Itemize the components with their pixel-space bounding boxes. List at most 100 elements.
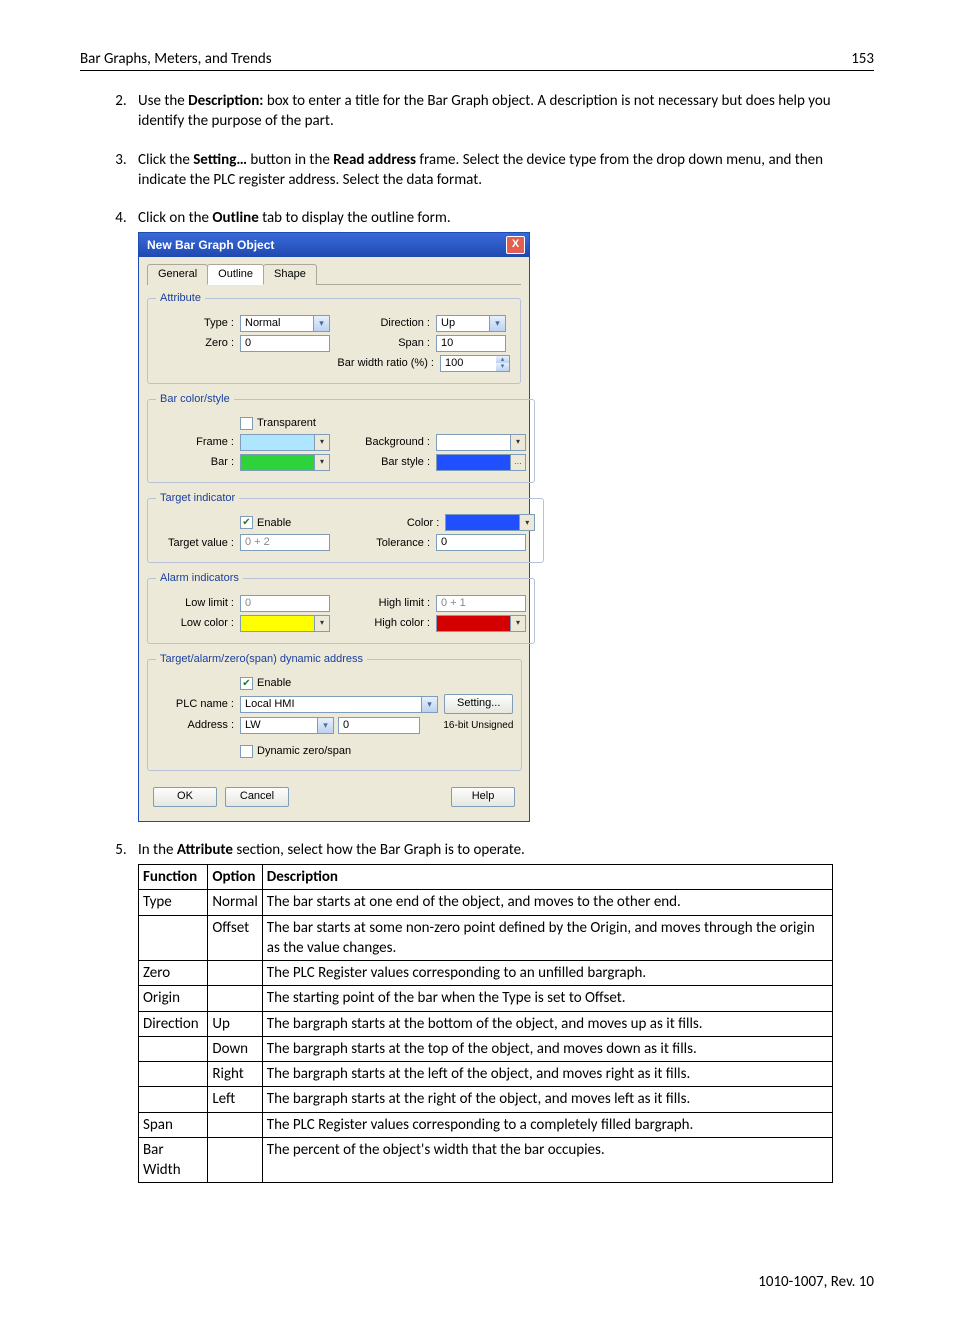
type-label: Type : — [156, 316, 240, 331]
high-color-picker[interactable]: ▾ — [436, 615, 526, 632]
step-5: In the Attribute section, select how the… — [130, 840, 874, 1184]
span-label: Span : — [330, 336, 436, 351]
table-row: TypeNormalThe bar starts at one end of t… — [139, 890, 833, 915]
table-cell: The bargraph starts at the bottom of the… — [262, 1011, 832, 1036]
dynamic-enable-checkbox[interactable]: ✔ — [240, 677, 253, 690]
table-cell: The bar starts at one end of the object,… — [262, 890, 832, 915]
chevron-down-icon: ▾ — [496, 363, 509, 371]
bar-graph-dialog: New Bar Graph Object X General Outline S… — [138, 232, 530, 822]
table-cell — [139, 1062, 208, 1087]
tab-shape[interactable]: Shape — [263, 264, 317, 285]
dynamic-zero-label: Dynamic zero/span — [257, 744, 351, 759]
table-row: DirectionUpThe bargraph starts at the bo… — [139, 1011, 833, 1036]
page-footer: 1010-1007, Rev. 10 — [80, 1273, 874, 1291]
target-color-picker[interactable]: ▾ — [445, 514, 535, 531]
step-4: Click on the Outline tab to display the … — [130, 208, 874, 822]
chevron-down-icon: ▾ — [317, 718, 333, 733]
setting-button[interactable]: Setting... — [444, 694, 513, 714]
chevron-up-icon: ▴ — [496, 356, 509, 364]
close-button[interactable]: X — [506, 236, 525, 254]
table-row: DownThe bargraph starts at the top of th… — [139, 1036, 833, 1061]
direction-label: Direction : — [330, 316, 436, 331]
frame-label: Frame : — [156, 435, 240, 450]
bar-width-label: Bar width ratio (%) : — [156, 356, 440, 371]
plc-name-label: PLC name : — [156, 697, 240, 712]
target-value-input[interactable]: 0 + 2 — [240, 534, 330, 551]
dialog-titlebar: New Bar Graph Object X — [139, 233, 529, 257]
table-cell: Left — [208, 1087, 262, 1112]
th-option: Option — [208, 865, 262, 890]
cancel-button[interactable]: Cancel — [225, 787, 289, 807]
table-cell: Up — [208, 1011, 262, 1036]
table-row: RightThe bargraph starts at the left of … — [139, 1062, 833, 1087]
table-cell: Origin — [139, 986, 208, 1011]
target-indicator-group: Target indicator ✔ Enable Color : ▾ Targ… — [147, 491, 544, 564]
table-cell: Zero — [139, 961, 208, 986]
address-label: Address : — [156, 718, 240, 733]
span-input[interactable]: 10 — [436, 335, 506, 352]
table-cell: Normal — [208, 890, 262, 915]
table-cell — [139, 915, 208, 961]
data-format-label: 16-bit Unsigned — [443, 719, 513, 733]
high-limit-label: High limit : — [330, 596, 436, 611]
direction-select[interactable]: Up▾ — [436, 315, 506, 332]
page-number: 153 — [851, 50, 874, 68]
bar-width-input[interactable]: 100 — [440, 355, 496, 372]
table-cell — [208, 1137, 262, 1183]
chevron-down-icon: ▾ — [314, 455, 329, 470]
ok-button[interactable]: OK — [153, 787, 217, 807]
table-cell: Offset — [208, 915, 262, 961]
table-cell: Down — [208, 1036, 262, 1061]
type-select[interactable]: Normal▾ — [240, 315, 330, 332]
attribute-legend: Attribute — [156, 291, 205, 306]
frame-color-picker[interactable]: ▾ — [240, 434, 330, 451]
tolerance-label: Tolerance : — [330, 536, 436, 551]
tab-general[interactable]: General — [147, 264, 208, 285]
dynamic-legend: Target/alarm/zero(span) dynamic address — [156, 652, 367, 667]
table-cell: The starting point of the bar when the T… — [262, 986, 832, 1011]
transparent-checkbox[interactable] — [240, 417, 253, 430]
low-color-picker[interactable]: ▾ — [240, 615, 330, 632]
bar-color-group: Bar color/style Transparent Frame : ▾ Ba… — [147, 392, 535, 483]
table-cell: The bargraph starts at the left of the o… — [262, 1062, 832, 1087]
target-legend: Target indicator — [156, 491, 239, 506]
table-cell — [139, 1036, 208, 1061]
alarm-legend: Alarm indicators — [156, 571, 243, 586]
table-row: Bar WidthThe percent of the object's wid… — [139, 1137, 833, 1183]
table-header-row: Function Option Description — [139, 865, 833, 890]
tab-bar: General Outline Shape — [147, 263, 521, 285]
attribute-table: Function Option Description TypeNormalTh… — [138, 864, 833, 1183]
table-cell: The bargraph starts at the top of the ob… — [262, 1036, 832, 1061]
bar-width-spinner[interactable]: ▴▾ — [496, 355, 510, 372]
chevron-down-icon: ▾ — [313, 316, 329, 331]
attribute-group: Attribute Type : Normal▾ Direction : Up▾… — [147, 291, 521, 384]
table-cell: The bargraph starts at the right of the … — [262, 1087, 832, 1112]
bar-color-picker[interactable]: ▾ — [240, 454, 330, 471]
tolerance-input[interactable]: 0 — [436, 534, 526, 551]
bar-style-picker[interactable]: … — [436, 454, 526, 471]
steps-list: Use the Description: box to enter a titl… — [80, 91, 874, 1183]
low-limit-input[interactable]: 0 — [240, 595, 330, 612]
table-cell: Type — [139, 890, 208, 915]
th-function: Function — [139, 865, 208, 890]
zero-input[interactable]: 0 — [240, 335, 330, 352]
close-icon: X — [512, 238, 519, 250]
table-row: ZeroThe PLC Register values correspondin… — [139, 961, 833, 986]
help-button[interactable]: Help — [451, 787, 515, 807]
address-type-select[interactable]: LW▾ — [240, 717, 334, 734]
table-cell: Right — [208, 1062, 262, 1087]
dynamic-address-group: Target/alarm/zero(span) dynamic address … — [147, 652, 522, 771]
high-limit-input[interactable]: 0 + 1 — [436, 595, 526, 612]
plc-name-select[interactable]: Local HMI▾ — [240, 696, 438, 713]
chevron-down-icon: ▾ — [510, 435, 525, 450]
address-input[interactable]: 0 — [338, 717, 420, 734]
table-cell — [139, 1087, 208, 1112]
tab-outline[interactable]: Outline — [207, 264, 264, 285]
background-color-picker[interactable]: ▾ — [436, 434, 526, 451]
chevron-down-icon: ▾ — [314, 616, 329, 631]
chevron-down-icon: ▾ — [421, 697, 437, 712]
chevron-down-icon: ▾ — [314, 435, 329, 450]
target-color-label: Color : — [291, 516, 445, 531]
dynamic-zero-checkbox[interactable] — [240, 745, 253, 758]
target-enable-checkbox[interactable]: ✔ — [240, 516, 253, 529]
